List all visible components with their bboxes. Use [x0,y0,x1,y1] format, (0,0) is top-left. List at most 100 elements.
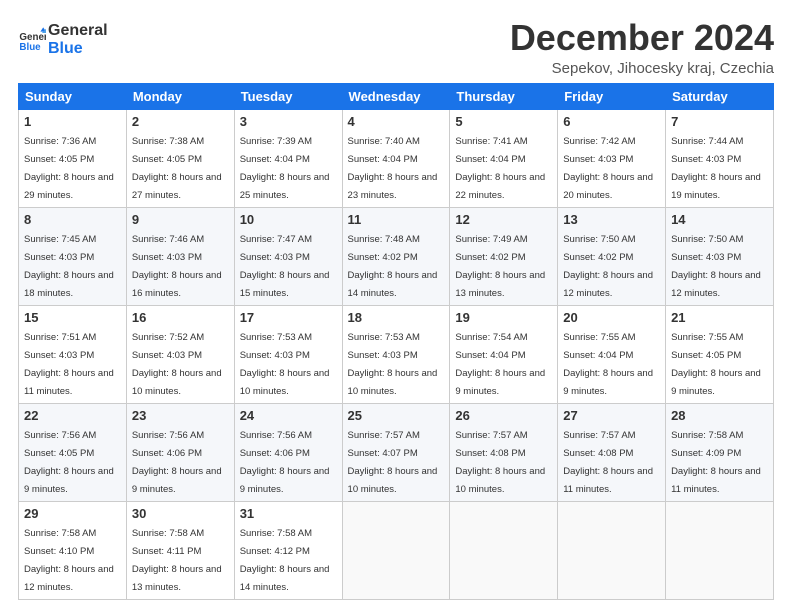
calendar-cell [558,501,666,599]
day-info: Sunrise: 7:40 AMSunset: 4:04 PMDaylight:… [348,136,438,201]
day-info: Sunrise: 7:50 AMSunset: 4:02 PMDaylight:… [563,234,653,299]
day-info: Sunrise: 7:53 AMSunset: 4:03 PMDaylight:… [348,332,438,397]
day-number: 17 [240,310,337,325]
day-info: Sunrise: 7:41 AMSunset: 4:04 PMDaylight:… [455,136,545,201]
calendar-cell: 3 Sunrise: 7:39 AMSunset: 4:04 PMDaylight… [234,109,342,207]
day-number: 21 [671,310,768,325]
day-info: Sunrise: 7:54 AMSunset: 4:04 PMDaylight:… [455,332,545,397]
calendar-cell: 30 Sunrise: 7:58 AMSunset: 4:11 PMDayligh… [126,501,234,599]
week-row-3: 15 Sunrise: 7:51 AMSunset: 4:03 PMDayligh… [19,305,774,403]
day-info: Sunrise: 7:48 AMSunset: 4:02 PMDaylight:… [348,234,438,299]
col-header-friday: Friday [558,83,666,109]
month-title: December 2024 [510,18,774,58]
day-info: Sunrise: 7:45 AMSunset: 4:03 PMDaylight:… [24,234,114,299]
calendar-cell: 22 Sunrise: 7:56 AMSunset: 4:05 PMDayligh… [19,403,127,501]
day-info: Sunrise: 7:58 AMSunset: 4:09 PMDaylight:… [671,430,761,495]
calendar-cell: 11 Sunrise: 7:48 AMSunset: 4:02 PMDayligh… [342,207,450,305]
day-number: 30 [132,506,229,521]
day-number: 7 [671,114,768,129]
col-header-thursday: Thursday [450,83,558,109]
calendar-cell: 12Sunrise: 7:49 AMSunset: 4:02 PMDayligh… [450,207,558,305]
logo-line1: General [48,22,108,40]
day-number: 20 [563,310,660,325]
calendar-cell: 1 Sunrise: 7:36 AMSunset: 4:05 PMDaylight… [19,109,127,207]
col-header-sunday: Sunday [19,83,127,109]
col-header-wednesday: Wednesday [342,83,450,109]
calendar-cell [666,501,774,599]
calendar-cell: 19 Sunrise: 7:54 AMSunset: 4:04 PMDayligh… [450,305,558,403]
calendar-body: 1 Sunrise: 7:36 AMSunset: 4:05 PMDaylight… [19,109,774,599]
day-number: 14 [671,212,768,227]
col-header-tuesday: Tuesday [234,83,342,109]
day-info: Sunrise: 7:36 AMSunset: 4:05 PMDaylight:… [24,136,114,201]
day-number: 27 [563,408,660,423]
day-number: 9 [132,212,229,227]
day-info: Sunrise: 7:52 AMSunset: 4:03 PMDaylight:… [132,332,222,397]
day-number: 13 [563,212,660,227]
svg-text:Blue: Blue [19,42,41,53]
day-number: 6 [563,114,660,129]
calendar-cell: 31Sunrise: 7:58 AMSunset: 4:12 PMDayligh… [234,501,342,599]
calendar-cell: 18 Sunrise: 7:53 AMSunset: 4:03 PMDayligh… [342,305,450,403]
day-info: Sunrise: 7:58 AMSunset: 4:10 PMDaylight:… [24,528,114,593]
calendar-cell: 9 Sunrise: 7:46 AMSunset: 4:03 PMDaylight… [126,207,234,305]
title-block: December 2024 Sepekov, Jihocesky kraj, C… [510,18,774,77]
day-number: 29 [24,506,121,521]
calendar-cell: 5 Sunrise: 7:41 AMSunset: 4:04 PMDaylight… [450,109,558,207]
day-info: Sunrise: 7:56 AMSunset: 4:06 PMDaylight:… [240,430,330,495]
day-number: 25 [348,408,445,423]
day-number: 19 [455,310,552,325]
day-info: Sunrise: 7:55 AMSunset: 4:04 PMDaylight:… [563,332,653,397]
day-number: 5 [455,114,552,129]
calendar-cell: 17 Sunrise: 7:53 AMSunset: 4:03 PMDayligh… [234,305,342,403]
day-number: 1 [24,114,121,129]
calendar-cell: 27 Sunrise: 7:57 AMSunset: 4:08 PMDayligh… [558,403,666,501]
week-row-4: 22 Sunrise: 7:56 AMSunset: 4:05 PMDayligh… [19,403,774,501]
week-row-5: 29 Sunrise: 7:58 AMSunset: 4:10 PMDayligh… [19,501,774,599]
day-number: 26 [455,408,552,423]
day-info: Sunrise: 7:57 AMSunset: 4:08 PMDaylight:… [563,430,653,495]
calendar-header: SundayMondayTuesdayWednesdayThursdayFrid… [19,83,774,109]
header-row: SundayMondayTuesdayWednesdayThursdayFrid… [19,83,774,109]
day-number: 15 [24,310,121,325]
day-number: 3 [240,114,337,129]
header: General Blue General Blue December 2024 … [18,18,774,77]
day-info: Sunrise: 7:44 AMSunset: 4:03 PMDaylight:… [671,136,761,201]
day-number: 16 [132,310,229,325]
day-number: 31 [240,506,337,521]
day-number: 18 [348,310,445,325]
day-info: Sunrise: 7:58 AMSunset: 4:11 PMDaylight:… [132,528,222,593]
day-number: 11 [348,212,445,227]
day-number: 2 [132,114,229,129]
calendar-cell: 14 Sunrise: 7:50 AMSunset: 4:03 PMDayligh… [666,207,774,305]
logo-line2: Blue [48,40,108,58]
col-header-saturday: Saturday [666,83,774,109]
day-number: 22 [24,408,121,423]
calendar-cell [342,501,450,599]
day-number: 8 [24,212,121,227]
calendar-cell: 6Sunrise: 7:42 AMSunset: 4:03 PMDaylight… [558,109,666,207]
day-info: Sunrise: 7:39 AMSunset: 4:04 PMDaylight:… [240,136,330,201]
calendar-cell: 21Sunrise: 7:55 AMSunset: 4:05 PMDayligh… [666,305,774,403]
calendar-cell: 25 Sunrise: 7:57 AMSunset: 4:07 PMDayligh… [342,403,450,501]
logo: General Blue General Blue [18,22,108,59]
day-info: Sunrise: 7:53 AMSunset: 4:03 PMDaylight:… [240,332,330,397]
day-info: Sunrise: 7:47 AMSunset: 4:03 PMDaylight:… [240,234,330,299]
calendar-cell: 28Sunrise: 7:58 AMSunset: 4:09 PMDayligh… [666,403,774,501]
calendar: SundayMondayTuesdayWednesdayThursdayFrid… [18,83,774,600]
day-info: Sunrise: 7:49 AMSunset: 4:02 PMDaylight:… [455,234,545,299]
day-info: Sunrise: 7:46 AMSunset: 4:03 PMDaylight:… [132,234,222,299]
day-info: Sunrise: 7:57 AMSunset: 4:08 PMDaylight:… [455,430,545,495]
day-info: Sunrise: 7:56 AMSunset: 4:05 PMDaylight:… [24,430,114,495]
day-info: Sunrise: 7:38 AMSunset: 4:05 PMDaylight:… [132,136,222,201]
calendar-cell: 13 Sunrise: 7:50 AMSunset: 4:02 PMDayligh… [558,207,666,305]
calendar-cell: 8 Sunrise: 7:45 AMSunset: 4:03 PMDaylight… [19,207,127,305]
calendar-cell: 10 Sunrise: 7:47 AMSunset: 4:03 PMDayligh… [234,207,342,305]
day-info: Sunrise: 7:50 AMSunset: 4:03 PMDaylight:… [671,234,761,299]
day-number: 10 [240,212,337,227]
day-info: Sunrise: 7:56 AMSunset: 4:06 PMDaylight:… [132,430,222,495]
calendar-cell: 23Sunrise: 7:56 AMSunset: 4:06 PMDayligh… [126,403,234,501]
day-info: Sunrise: 7:57 AMSunset: 4:07 PMDaylight:… [348,430,438,495]
day-number: 24 [240,408,337,423]
day-info: Sunrise: 7:51 AMSunset: 4:03 PMDaylight:… [24,332,114,397]
